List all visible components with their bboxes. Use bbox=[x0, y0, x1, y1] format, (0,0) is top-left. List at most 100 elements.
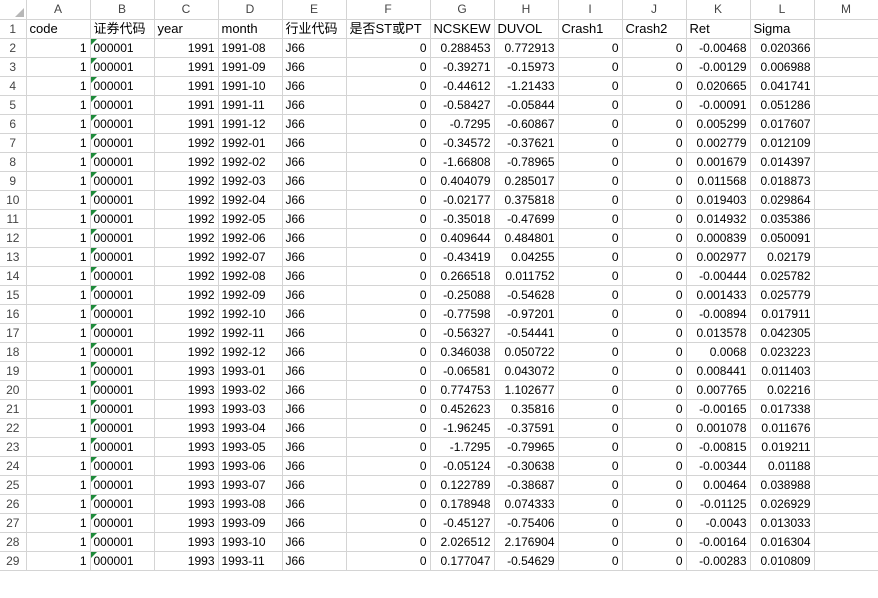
cell-sigma[interactable]: 0.025779 bbox=[750, 285, 815, 305]
cell-industry-code[interactable]: J66 bbox=[282, 532, 347, 552]
cell-st-pt[interactable]: 0 bbox=[346, 456, 431, 476]
cell-code[interactable]: 1 bbox=[26, 304, 91, 324]
cell-sigma[interactable]: 0.014397 bbox=[750, 152, 815, 172]
cell-ncskew[interactable]: 0.452623 bbox=[430, 399, 495, 419]
cell-crash1[interactable]: 0 bbox=[558, 228, 623, 248]
cell-crash2[interactable]: 0 bbox=[622, 532, 687, 552]
cell-stock-code[interactable]: 000001 bbox=[90, 551, 155, 571]
column-header-d[interactable]: D bbox=[218, 0, 283, 20]
cell-ret[interactable]: 0.001433 bbox=[686, 285, 751, 305]
cell-industry-code[interactable]: J66 bbox=[282, 513, 347, 533]
cell-duvol[interactable]: -0.75406 bbox=[494, 513, 559, 533]
row-header[interactable]: 26 bbox=[0, 494, 27, 514]
cell-ncskew[interactable]: -1.7295 bbox=[430, 437, 495, 457]
cell-duvol[interactable]: 0.285017 bbox=[494, 171, 559, 191]
column-header-f[interactable]: F bbox=[346, 0, 431, 20]
cell-crash1[interactable]: 0 bbox=[558, 95, 623, 115]
row-header[interactable]: 5 bbox=[0, 95, 27, 115]
cell-empty[interactable] bbox=[814, 361, 878, 381]
cell-stock-code[interactable]: 000001 bbox=[90, 114, 155, 134]
cell-sigma[interactable]: 0.010809 bbox=[750, 551, 815, 571]
cell-st-pt[interactable]: 0 bbox=[346, 228, 431, 248]
cell-industry-code[interactable]: J66 bbox=[282, 228, 347, 248]
row-header[interactable]: 2 bbox=[0, 38, 27, 58]
column-header-c[interactable]: C bbox=[154, 0, 219, 20]
cell-st-pt[interactable]: 0 bbox=[346, 475, 431, 495]
cell-crash1[interactable]: 0 bbox=[558, 323, 623, 343]
cell-year[interactable]: 1992 bbox=[154, 228, 219, 248]
cell-sigma[interactable]: 0.02179 bbox=[750, 247, 815, 267]
cell-st-pt[interactable]: 0 bbox=[346, 323, 431, 343]
cell-sigma[interactable]: 0.050091 bbox=[750, 228, 815, 248]
cell-ret[interactable]: -0.0043 bbox=[686, 513, 751, 533]
row-header[interactable]: 24 bbox=[0, 456, 27, 476]
cell-ret[interactable]: 0.00464 bbox=[686, 475, 751, 495]
cell-code[interactable]: 1 bbox=[26, 399, 91, 419]
cell-ret[interactable]: 0.000839 bbox=[686, 228, 751, 248]
cell-header-crash1[interactable]: Crash1 bbox=[558, 19, 623, 39]
cell-duvol[interactable]: -0.37621 bbox=[494, 133, 559, 153]
column-header-l[interactable]: L bbox=[750, 0, 815, 20]
cell-code[interactable]: 1 bbox=[26, 209, 91, 229]
cell-st-pt[interactable]: 0 bbox=[346, 190, 431, 210]
cell-industry-code[interactable]: J66 bbox=[282, 171, 347, 191]
cell-duvol[interactable]: -0.97201 bbox=[494, 304, 559, 324]
row-header[interactable]: 22 bbox=[0, 418, 27, 438]
cell-header-duvol[interactable]: DUVOL bbox=[494, 19, 559, 39]
cell-crash2[interactable]: 0 bbox=[622, 456, 687, 476]
cell-ret[interactable]: -0.00164 bbox=[686, 532, 751, 552]
cell-ret[interactable]: -0.01125 bbox=[686, 494, 751, 514]
cell-crash1[interactable]: 0 bbox=[558, 399, 623, 419]
cell-code[interactable]: 1 bbox=[26, 38, 91, 58]
cell-duvol[interactable]: 0.772913 bbox=[494, 38, 559, 58]
cell-sigma[interactable]: 0.020366 bbox=[750, 38, 815, 58]
cell-crash1[interactable]: 0 bbox=[558, 133, 623, 153]
cell-crash1[interactable]: 0 bbox=[558, 38, 623, 58]
cell-ret[interactable]: -0.00894 bbox=[686, 304, 751, 324]
cell-industry-code[interactable]: J66 bbox=[282, 418, 347, 438]
cell-industry-code[interactable]: J66 bbox=[282, 437, 347, 457]
cell-crash2[interactable]: 0 bbox=[622, 475, 687, 495]
cell-duvol[interactable]: 0.043072 bbox=[494, 361, 559, 381]
row-header[interactable]: 1 bbox=[0, 19, 27, 39]
cell-crash2[interactable]: 0 bbox=[622, 494, 687, 514]
cell-stock-code[interactable]: 000001 bbox=[90, 418, 155, 438]
cell-industry-code[interactable]: J66 bbox=[282, 133, 347, 153]
cell-empty[interactable] bbox=[814, 494, 878, 514]
cell-ret[interactable]: 0.008441 bbox=[686, 361, 751, 381]
cell-year[interactable]: 1992 bbox=[154, 266, 219, 286]
cell-industry-code[interactable]: J66 bbox=[282, 57, 347, 77]
cell-year[interactable]: 1992 bbox=[154, 133, 219, 153]
cell-crash2[interactable]: 0 bbox=[622, 285, 687, 305]
cell-month[interactable]: 1991-08 bbox=[218, 38, 283, 58]
cell-code[interactable]: 1 bbox=[26, 190, 91, 210]
cell-empty[interactable] bbox=[814, 456, 878, 476]
cell-industry-code[interactable]: J66 bbox=[282, 209, 347, 229]
row-header[interactable]: 20 bbox=[0, 380, 27, 400]
cell-stock-code[interactable]: 000001 bbox=[90, 209, 155, 229]
cell-year[interactable]: 1992 bbox=[154, 304, 219, 324]
cell-duvol[interactable]: 0.074333 bbox=[494, 494, 559, 514]
cell-stock-code[interactable]: 000001 bbox=[90, 247, 155, 267]
cell-header-stock-code[interactable]: 证券代码 bbox=[90, 19, 155, 39]
cell-stock-code[interactable]: 000001 bbox=[90, 190, 155, 210]
cell-sigma[interactable]: 0.013033 bbox=[750, 513, 815, 533]
cell-code[interactable]: 1 bbox=[26, 456, 91, 476]
cell-month[interactable]: 1992-09 bbox=[218, 285, 283, 305]
cell-industry-code[interactable]: J66 bbox=[282, 475, 347, 495]
cell-crash2[interactable]: 0 bbox=[622, 380, 687, 400]
cell-duvol[interactable]: -0.60867 bbox=[494, 114, 559, 134]
cell-month[interactable]: 1993-06 bbox=[218, 456, 283, 476]
cell-month[interactable]: 1993-02 bbox=[218, 380, 283, 400]
column-header-j[interactable]: J bbox=[622, 0, 687, 20]
cell-crash2[interactable]: 0 bbox=[622, 513, 687, 533]
cell-st-pt[interactable]: 0 bbox=[346, 95, 431, 115]
cell-crash1[interactable]: 0 bbox=[558, 266, 623, 286]
cell-crash2[interactable]: 0 bbox=[622, 114, 687, 134]
cell-stock-code[interactable]: 000001 bbox=[90, 304, 155, 324]
cell-duvol[interactable]: -0.37591 bbox=[494, 418, 559, 438]
cell-code[interactable]: 1 bbox=[26, 437, 91, 457]
cell-crash1[interactable]: 0 bbox=[558, 285, 623, 305]
cell-ncskew[interactable]: 0.409644 bbox=[430, 228, 495, 248]
cell-empty[interactable] bbox=[814, 209, 878, 229]
